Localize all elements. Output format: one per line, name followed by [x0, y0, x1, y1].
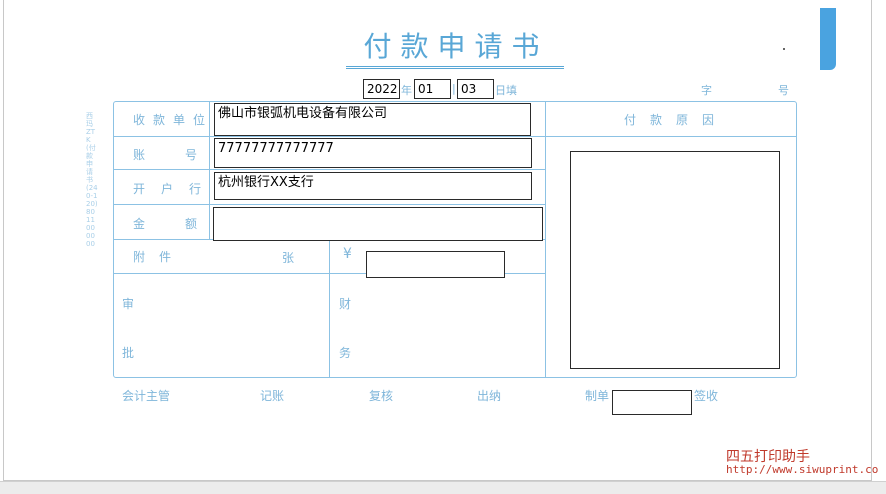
reason-label: 付款原因	[624, 113, 729, 127]
watermark-url[interactable]: http://www.siwuprint.co	[726, 463, 878, 476]
payee-field[interactable]: 佛山市银弧机电设备有限公司	[214, 103, 531, 136]
yen-symbol: ¥	[343, 246, 360, 262]
maker-field[interactable]	[612, 390, 692, 415]
form-title: 付款申请书	[363, 30, 549, 63]
accountant-label: 会计主管	[122, 389, 171, 403]
year-field[interactable]: 2022	[363, 79, 400, 99]
row-line-1	[114, 136, 796, 137]
marker-dot	[783, 48, 785, 50]
row-line-2	[114, 169, 545, 170]
maker-label: 制单	[585, 389, 610, 403]
sign-label: 签收	[694, 389, 719, 403]
month-field[interactable]: 01	[414, 79, 451, 99]
approval-col-line	[329, 240, 330, 377]
fill-date-label: 日填	[495, 84, 517, 97]
hao-label: 号	[778, 84, 789, 97]
bank-label: 开户行	[133, 182, 218, 196]
review-label: 复核	[369, 389, 394, 403]
payee-label: 收款单位	[133, 113, 214, 127]
title-underline	[346, 66, 564, 67]
title-underline-second	[346, 68, 564, 69]
bank-field[interactable]: 杭州银行XX支行	[214, 172, 532, 200]
amount-field[interactable]	[213, 207, 543, 241]
row-line-3	[114, 204, 545, 205]
zi-label: 字	[701, 84, 712, 97]
yen-amount-field[interactable]	[366, 251, 505, 278]
year-label: 年	[401, 84, 412, 97]
horizontal-scrollbar[interactable]	[0, 481, 886, 494]
reason-col-line	[545, 102, 546, 377]
side-tab[interactable]	[820, 8, 836, 70]
attachment-label: 附件	[133, 250, 186, 264]
cai-label: 财	[339, 297, 360, 311]
sheet-label: 张	[282, 251, 303, 265]
cashier-label: 出纳	[477, 389, 502, 403]
pi-label: 批	[122, 346, 143, 360]
month-separator: |	[452, 82, 456, 95]
day-field[interactable]: 03	[457, 79, 494, 99]
reason-field[interactable]	[570, 151, 780, 369]
shen-label: 审	[122, 297, 143, 311]
bookkeeping-label: 记账	[260, 389, 285, 403]
wu-label: 务	[339, 346, 360, 360]
account-field[interactable]: 77777777777777	[214, 138, 532, 168]
side-form-code: 西玛 ZTK(付款申请书(240-120) 8011000000	[86, 112, 98, 248]
